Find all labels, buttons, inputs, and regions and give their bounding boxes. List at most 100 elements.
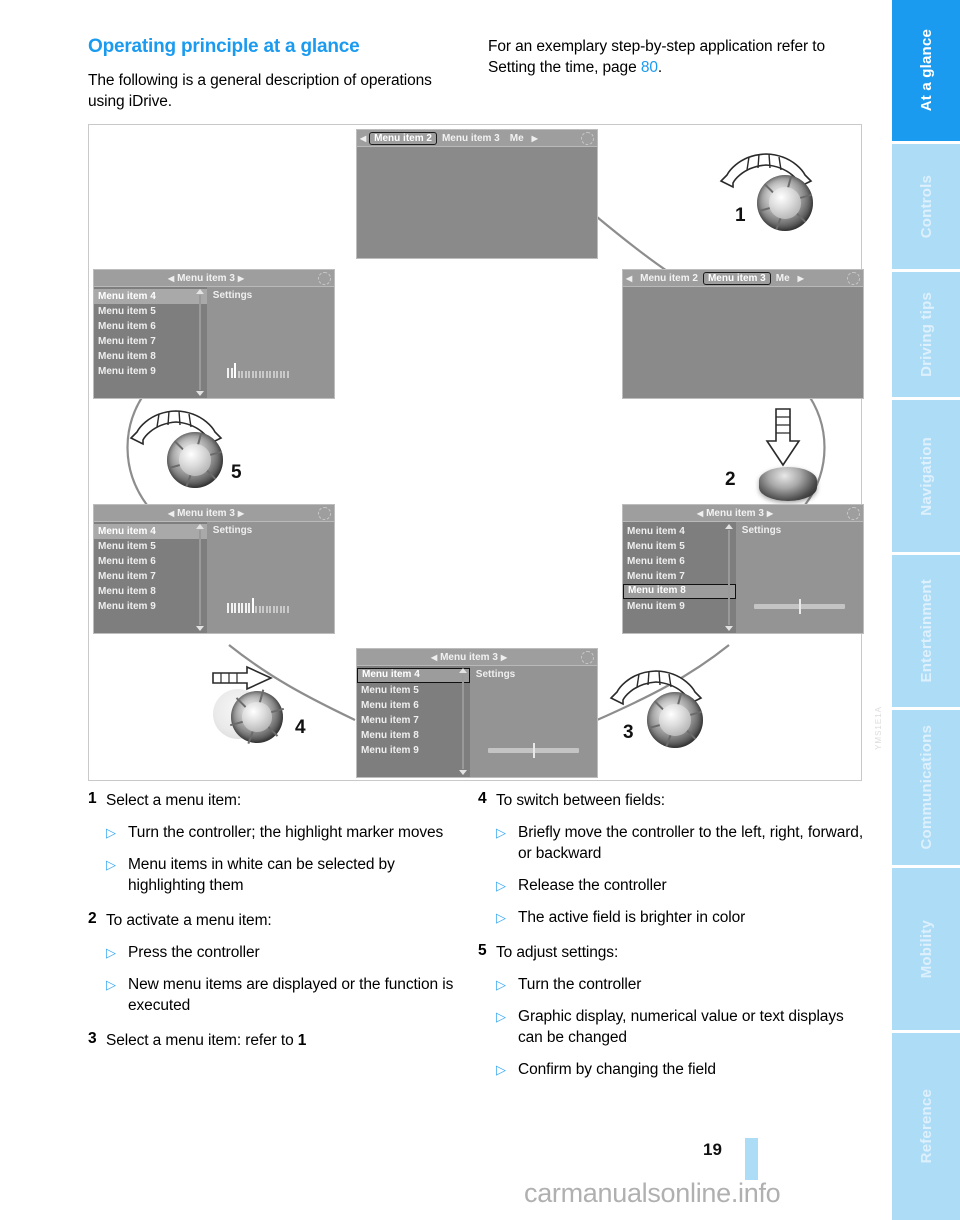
slider-knob[interactable] [799,598,802,614]
scrollbar[interactable] [195,524,204,631]
list-item[interactable]: Menu item 5 [357,683,470,698]
list-item[interactable]: Menu item 8 [357,728,470,743]
list-item-selected[interactable]: Menu item 8 [623,584,736,599]
sidebar-item-label: Navigation [917,436,935,516]
list-item[interactable]: Menu item 8 [94,584,207,599]
list-item[interactable]: Menu item 7 [623,569,736,584]
screen-top-tab-0[interactable]: Menu item 2 [369,131,437,145]
step-title: To activate a menu item: [106,912,272,929]
screen-ru-tab-0[interactable]: Menu item 2 [635,273,703,284]
controller-knob-icon[interactable] [757,175,813,231]
screen-left-upper-body: Menu item 4 Menu item 5 Menu item 6 Menu… [94,287,334,398]
scroll-down-arrow-icon[interactable] [195,391,204,396]
list-item[interactable]: Menu item 6 [94,554,207,569]
controller-knob-icon[interactable] [167,432,223,488]
bullet-text: Release the controller [518,877,667,894]
bullet-text: Turn the controller; the highlight marke… [128,824,444,841]
list-item[interactable]: Menu item 6 [357,698,470,713]
step-number: 2 [88,910,97,927]
bullet-text: Turn the controller [518,976,642,993]
chevron-right-icon: ▶ [766,508,774,518]
scroll-up-arrow-icon[interactable] [195,524,204,529]
settings-slider[interactable] [753,598,846,614]
screen-top-tab-2[interactable]: Me [505,133,529,144]
scrollbar-track[interactable] [727,530,730,625]
scroll-down-arrow-icon[interactable] [724,626,733,631]
bullet-triangle-icon: ▷ [106,945,116,960]
scrollbar[interactable] [195,289,204,396]
list-item-highlighted[interactable]: Menu item 4 [94,524,207,539]
scroll-down-arrow-icon[interactable] [195,626,204,631]
list-item[interactable]: Menu item 9 [357,743,470,758]
list-item[interactable]: Menu item 9 [94,364,207,379]
controller-knob-icon[interactable] [759,467,817,501]
bargraph-cursor[interactable] [234,363,237,379]
sidebar-item-mobility[interactable]: Mobility [892,868,960,1033]
screen-ru-tab-2[interactable]: Me [771,273,795,284]
list-item[interactable]: Menu item 4 [623,524,736,539]
sidebar-item-reference[interactable]: Reference [892,1033,960,1220]
sidebar-item-controls[interactable]: Controls [892,144,960,272]
header-left-column: Operating principle at a glance The foll… [88,36,470,112]
bargraph-cursor[interactable] [251,598,254,614]
page-reference-link[interactable]: 80 [641,59,658,76]
screen-ll-title: Menu item 3 [177,507,235,519]
figure-code: YMS1E1A [874,706,883,750]
chevron-left-icon: ◀ [430,652,438,662]
sidebar-item-label: Reference [917,1089,935,1164]
settings-bargraph[interactable] [227,598,313,614]
sidebar-item-driving-tips[interactable]: Driving tips [892,272,960,400]
list-item[interactable]: Menu item 5 [94,539,207,554]
list-item[interactable]: Menu item 9 [623,599,736,614]
sidebar-item-navigation[interactable]: Navigation [892,400,960,555]
bullet-text: Menu items in white can be selected by h… [128,856,395,894]
list-item[interactable]: Menu item 9 [94,599,207,614]
screen-top-tab-1[interactable]: Menu item 3 [437,133,505,144]
settings-label: Settings [212,290,253,301]
list-item-selected[interactable]: Menu item 4 [357,668,470,683]
step-title: To adjust settings: [496,944,619,961]
screen-ru-tab-1[interactable]: Menu item 3 [702,271,771,285]
scrollbar[interactable] [724,524,733,631]
list-item[interactable]: Menu item 6 [94,319,207,334]
sidebar-item-label: Driving tips [917,292,935,377]
list-item[interactable]: Menu item 7 [94,569,207,584]
controller-knob-icon[interactable] [647,692,703,748]
screen-left-lower: ◀ Menu item 3 ▶ Menu item 4 Menu item 5 … [94,505,334,633]
bullet-triangle-icon: ▷ [496,977,506,992]
scrollbar-track[interactable] [198,295,201,390]
refresh-icon [846,506,860,520]
instruction-step-4: 4 To switch between fields: [478,790,870,811]
list-item[interactable]: Menu item 7 [94,334,207,349]
settings-bargraph[interactable] [227,363,313,379]
chevron-right-icon: ▶ [797,273,804,283]
controller-knob-icon[interactable] [229,689,285,744]
scroll-up-arrow-icon[interactable] [724,524,733,529]
scrollbar[interactable] [458,668,467,775]
list-item[interactable]: Menu item 6 [623,554,736,569]
list-item[interactable]: Menu item 8 [94,349,207,364]
chapter-sidebar: At a glance Controls Driving tips Naviga… [892,0,960,1220]
screen-right-upper-body [623,287,863,398]
list-item[interactable]: Menu item 7 [357,713,470,728]
slider-knob[interactable] [533,742,536,758]
scroll-down-arrow-icon[interactable] [458,770,467,775]
scrollbar-track[interactable] [461,674,464,769]
bullet-text: Confirm by changing the field [518,1061,716,1078]
list-item-highlighted[interactable]: Menu item 4 [94,289,207,304]
scroll-up-arrow-icon[interactable] [195,289,204,294]
scroll-up-arrow-icon[interactable] [458,668,467,673]
screen-bottom-center-body: Menu item 4 Menu item 5 Menu item 6 Menu… [357,666,597,777]
list-item[interactable]: Menu item 5 [623,539,736,554]
controller-step-1: 1 [719,153,813,231]
screen-lu-menu-list: Menu item 4 Menu item 5 Menu item 6 Menu… [94,287,207,398]
settings-slider[interactable] [487,742,580,758]
sidebar-item-communications[interactable]: Communications [892,710,960,868]
sidebar-item-at-a-glance[interactable]: At a glance [892,0,960,144]
bullet-triangle-icon: ▷ [496,825,506,840]
list-item[interactable]: Menu item 5 [94,304,207,319]
step-number-4: 4 [295,717,306,738]
scrollbar-track[interactable] [198,530,201,625]
page-number: 19 [703,1140,722,1159]
sidebar-item-entertainment[interactable]: Entertainment [892,555,960,710]
